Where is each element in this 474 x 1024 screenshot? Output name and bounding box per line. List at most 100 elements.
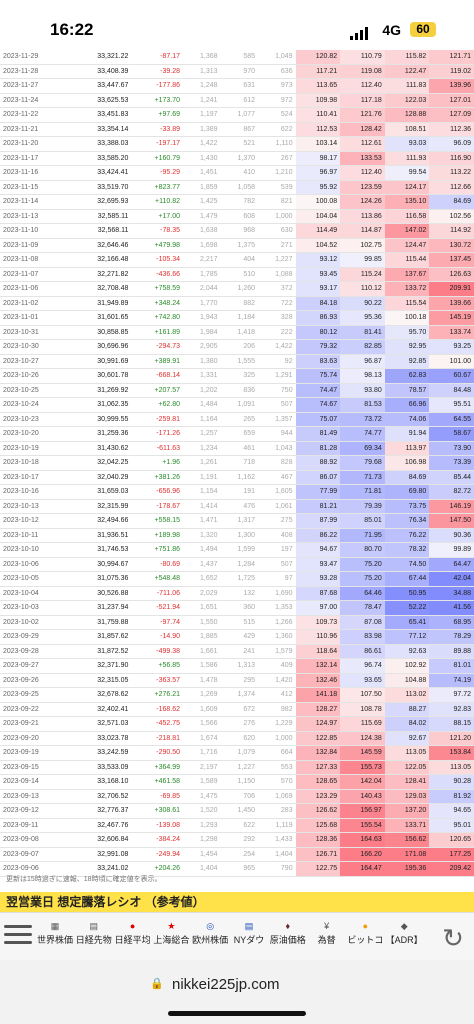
row-declines: 968 — [220, 223, 259, 239]
row-ratio-1: 93.12 — [295, 252, 341, 268]
row-declines: 1,079 — [220, 745, 259, 761]
menu-icon[interactable] — [2, 920, 34, 954]
row-date: 2023-11-27 — [0, 78, 83, 94]
row-date: 2023-10-13 — [0, 499, 83, 514]
banner-title[interactable]: 翌営業日 想定騰落レシオ （参考値） — [0, 892, 474, 912]
row-close: 31,759.88 — [82, 615, 132, 630]
nav-item[interactable]: ▤ 日経先物 — [75, 919, 113, 955]
row-ratio-4: 68.95 — [429, 615, 474, 630]
nav-item[interactable]: ● ビットコ — [346, 919, 384, 955]
nav-item[interactable]: ◎ 欧州株価 — [191, 919, 229, 955]
row-unchanged: 1,110 — [258, 136, 296, 152]
row-advances: 1,661 — [183, 644, 221, 659]
table-row: 2023-09-12 32,776.37 +308.61 1,520 1,450 283 1… — [0, 803, 474, 819]
row-unchanged: 1,579 — [258, 644, 296, 659]
nav-item[interactable]: ¥ 為替 — [308, 919, 346, 955]
row-ratio-2: 115.69 — [340, 716, 385, 732]
cn-flag-icon: ★ — [167, 921, 176, 931]
row-close: 31,659.03 — [82, 484, 132, 500]
row-ratio-4: 78.29 — [429, 629, 474, 645]
nav-item[interactable]: ▤ NYダウ — [230, 919, 268, 955]
row-date: 2023-09-21 — [0, 716, 83, 732]
row-change: -87.17 — [131, 50, 183, 65]
row-unchanged: 467 — [258, 470, 296, 485]
row-close: 31,872.52 — [82, 644, 132, 659]
row-change: +558.15 — [131, 513, 183, 529]
row-ratio-2: 142.04 — [340, 774, 385, 790]
row-ratio-4: 137.45 — [429, 252, 474, 268]
nav-item[interactable]: ◆ 【ADR】 — [385, 919, 423, 955]
table-row: 2023-10-12 32,494.66 +558.15 1,471 1,317 275 8… — [0, 513, 474, 529]
row-declines: 882 — [220, 296, 259, 311]
row-date: 2023-10-17 — [0, 470, 83, 485]
row-date: 2023-09-11 — [0, 818, 83, 833]
row-ratio-2: 117.18 — [340, 93, 385, 108]
table-row: 2023-10-30 30,696.96 -294.73 2,905 206 1,422 7… — [0, 339, 474, 355]
row-ratio-2: 155.54 — [340, 818, 385, 833]
refresh-icon[interactable]: ↻ — [436, 921, 470, 955]
nav-item[interactable]: ♦ 原油価格 — [269, 919, 307, 955]
row-ratio-1: 93.47 — [295, 557, 341, 572]
nav-item[interactable]: ▦ 世界株価 — [36, 919, 74, 955]
row-ratio-4: 114.92 — [429, 223, 474, 239]
row-unchanged: 539 — [258, 180, 296, 195]
row-ratio-1: 113.65 — [295, 78, 341, 94]
table-row: 2023-10-10 31,746.53 +751.86 1,494 1,599 197 9… — [0, 542, 474, 558]
row-ratio-1: 93.17 — [295, 281, 341, 297]
row-ratio-1: 75.74 — [295, 368, 341, 384]
nav-item[interactable]: ★ 上海総合 — [152, 919, 190, 955]
row-ratio-3: 115.44 — [384, 252, 430, 268]
row-ratio-3: 93.03 — [384, 136, 430, 152]
row-date: 2023-09-25 — [0, 687, 83, 703]
row-date: 2023-11-14 — [0, 194, 83, 210]
row-date: 2023-10-31 — [0, 325, 83, 340]
row-ratio-2: 75.20 — [340, 557, 385, 572]
row-advances: 1,478 — [183, 673, 221, 688]
row-unchanged: 1,433 — [258, 832, 296, 848]
row-ratio-2: 124.26 — [340, 194, 385, 210]
table-row: 2023-11-21 33,354.14 -33.89 1,389 867 622 112.… — [0, 122, 474, 137]
table-row: 2023-11-20 33,388.03 -197.17 1,422 521 1,110 1… — [0, 136, 474, 152]
row-advances: 1,698 — [183, 238, 221, 253]
row-advances: 1,191 — [183, 470, 221, 485]
row-ratio-3: 74.06 — [384, 412, 430, 427]
table-row: 2023-11-13 32,585.11 +17.00 1,479 608 1,000 10… — [0, 209, 474, 224]
row-date: 2023-10-20 — [0, 426, 83, 442]
row-change: +160.79 — [131, 151, 183, 166]
row-declines: 515 — [220, 615, 259, 630]
row-ratio-4: 153.84 — [429, 745, 474, 761]
table-row: 2023-11-28 33,408.39 -39.28 1,313 970 636 117.… — [0, 64, 474, 79]
row-close: 32,467.76 — [82, 818, 132, 833]
row-date: 2023-11-07 — [0, 267, 83, 282]
url-text[interactable]: nikkei225jp.com — [172, 976, 280, 993]
table-row: 2023-09-22 32,402.41 -168.62 1,609 672 982 128… — [0, 702, 474, 717]
row-advances: 1,202 — [183, 383, 221, 398]
row-date: 2023-09-27 — [0, 658, 83, 674]
row-ratio-1: 126.62 — [295, 803, 341, 819]
row-ratio-3: 108.51 — [384, 122, 430, 137]
row-close: 30,696.96 — [82, 339, 132, 355]
row-ratio-1: 124.97 — [295, 716, 341, 732]
row-date: 2023-10-16 — [0, 484, 83, 500]
nav-item[interactable]: ● 日経平均 — [114, 919, 152, 955]
row-advances: 1,652 — [183, 571, 221, 587]
row-ratio-4: 93.25 — [429, 339, 474, 355]
row-ratio-2: 164.47 — [340, 861, 385, 877]
table-row: 2023-10-06 30,994.67 -80.69 1,437 1,284 507 93… — [0, 557, 474, 572]
row-date: 2023-11-17 — [0, 151, 83, 166]
row-ratio-4: 133.74 — [429, 325, 474, 340]
row-ratio-4: 60.67 — [429, 368, 474, 384]
table-row: 2023-11-02 31,949.89 +348.24 1,770 882 722 84.… — [0, 296, 474, 311]
row-date: 2023-09-28 — [0, 644, 83, 659]
row-ratio-4: 34.88 — [429, 586, 474, 601]
row-date: 2023-09-08 — [0, 832, 83, 848]
row-unchanged: 1,227 — [258, 252, 296, 268]
table-row: 2023-09-13 32,706.52 -69.85 1,475 706 1,069 12… — [0, 789, 474, 804]
row-ratio-3: 106.98 — [384, 455, 430, 471]
row-change: +207.57 — [131, 383, 183, 398]
row-ratio-3: 171.08 — [384, 847, 430, 862]
row-unchanged: 1,360 — [258, 629, 296, 645]
row-change: -611.63 — [131, 441, 183, 456]
row-advances: 1,368 — [183, 50, 221, 65]
row-close: 32,991.08 — [82, 847, 132, 862]
